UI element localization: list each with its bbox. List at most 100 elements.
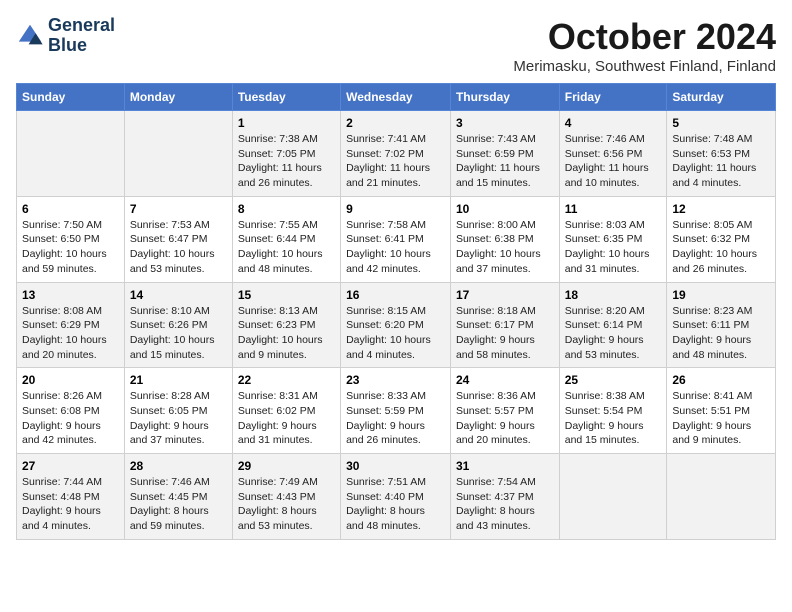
calendar-week-row: 27 Sunrise: 7:44 AM Sunset: 4:48 PM Dayli…	[17, 454, 776, 540]
weekday-header: Saturday	[667, 84, 776, 111]
calendar-cell: 25 Sunrise: 8:38 AM Sunset: 5:54 PM Dayli…	[559, 368, 667, 454]
day-number: 28	[130, 459, 227, 473]
day-number: 30	[346, 459, 445, 473]
calendar-week-row: 13 Sunrise: 8:08 AM Sunset: 6:29 PM Dayli…	[17, 282, 776, 368]
month-title: October 2024	[513, 16, 776, 58]
day-info: Sunrise: 7:46 AM Sunset: 6:56 PM Dayligh…	[565, 132, 662, 191]
calendar-cell: 11 Sunrise: 8:03 AM Sunset: 6:35 PM Dayli…	[559, 196, 667, 282]
day-number: 24	[456, 373, 554, 387]
calendar-cell: 14Sunrise: 8:10 AM Sunset: 6:26 PM Dayli…	[124, 282, 232, 368]
calendar-cell: 22 Sunrise: 8:31 AM Sunset: 6:02 PM Dayli…	[232, 368, 340, 454]
day-info: Sunrise: 7:41 AM Sunset: 7:02 PM Dayligh…	[346, 132, 445, 191]
calendar-cell: 10 Sunrise: 8:00 AM Sunset: 6:38 PM Dayli…	[450, 196, 559, 282]
day-number: 16	[346, 288, 445, 302]
day-number: 23	[346, 373, 445, 387]
logo: General Blue	[16, 16, 115, 56]
calendar-cell: 26 Sunrise: 8:41 AM Sunset: 5:51 PM Dayli…	[667, 368, 776, 454]
day-info: Sunrise: 8:23 AM Sunset: 6:11 PM Dayligh…	[672, 304, 770, 363]
day-info: Sunrise: 8:15 AM Sunset: 6:20 PM Dayligh…	[346, 304, 445, 363]
header-row: SundayMondayTuesdayWednesdayThursdayFrid…	[17, 84, 776, 111]
calendar-cell: 31Sunrise: 7:54 AM Sunset: 4:37 PM Dayli…	[450, 454, 559, 540]
calendar-week-row: 1 Sunrise: 7:38 AM Sunset: 7:05 PM Daylig…	[17, 111, 776, 197]
day-info: Sunrise: 7:38 AM Sunset: 7:05 PM Dayligh…	[238, 132, 335, 191]
calendar-cell: 23 Sunrise: 8:33 AM Sunset: 5:59 PM Dayli…	[341, 368, 451, 454]
day-number: 6	[22, 202, 119, 216]
day-number: 2	[346, 116, 445, 130]
day-number: 10	[456, 202, 554, 216]
day-info: Sunrise: 7:49 AM Sunset: 4:43 PM Dayligh…	[238, 475, 335, 534]
day-info: Sunrise: 8:00 AM Sunset: 6:38 PM Dayligh…	[456, 218, 554, 277]
calendar-cell: 8 Sunrise: 7:55 AM Sunset: 6:44 PM Daylig…	[232, 196, 340, 282]
calendar-cell: 18 Sunrise: 8:20 AM Sunset: 6:14 PM Dayli…	[559, 282, 667, 368]
day-number: 25	[565, 373, 662, 387]
day-number: 14	[130, 288, 227, 302]
calendar-cell: 20 Sunrise: 8:26 AM Sunset: 6:08 PM Dayli…	[17, 368, 125, 454]
day-number: 11	[565, 202, 662, 216]
day-number: 26	[672, 373, 770, 387]
weekday-header: Friday	[559, 84, 667, 111]
day-number: 18	[565, 288, 662, 302]
day-number: 13	[22, 288, 119, 302]
calendar-cell: 1 Sunrise: 7:38 AM Sunset: 7:05 PM Daylig…	[232, 111, 340, 197]
calendar-cell: 16 Sunrise: 8:15 AM Sunset: 6:20 PM Dayli…	[341, 282, 451, 368]
day-info: Sunrise: 7:53 AM Sunset: 6:47 PM Dayligh…	[130, 218, 227, 277]
calendar-cell	[17, 111, 125, 197]
day-number: 4	[565, 116, 662, 130]
day-number: 20	[22, 373, 119, 387]
day-number: 21	[130, 373, 227, 387]
day-info: Sunrise: 7:46 AM Sunset: 4:45 PM Dayligh…	[130, 475, 227, 534]
day-info: Sunrise: 7:44 AM Sunset: 4:48 PM Dayligh…	[22, 475, 119, 534]
logo-text: General Blue	[48, 16, 115, 56]
day-info: Sunrise: 7:55 AM Sunset: 6:44 PM Dayligh…	[238, 218, 335, 277]
day-info: Sunrise: 8:13 AM Sunset: 6:23 PM Dayligh…	[238, 304, 335, 363]
day-info: Sunrise: 8:03 AM Sunset: 6:35 PM Dayligh…	[565, 218, 662, 277]
day-number: 19	[672, 288, 770, 302]
weekday-header: Thursday	[450, 84, 559, 111]
weekday-header: Wednesday	[341, 84, 451, 111]
calendar-cell	[559, 454, 667, 540]
day-info: Sunrise: 8:26 AM Sunset: 6:08 PM Dayligh…	[22, 389, 119, 448]
day-number: 9	[346, 202, 445, 216]
day-number: 1	[238, 116, 335, 130]
calendar-cell: 21 Sunrise: 8:28 AM Sunset: 6:05 PM Dayli…	[124, 368, 232, 454]
day-number: 12	[672, 202, 770, 216]
calendar-cell: 13 Sunrise: 8:08 AM Sunset: 6:29 PM Dayli…	[17, 282, 125, 368]
calendar-cell: 15 Sunrise: 8:13 AM Sunset: 6:23 PM Dayli…	[232, 282, 340, 368]
calendar-cell: 28 Sunrise: 7:46 AM Sunset: 4:45 PM Dayli…	[124, 454, 232, 540]
day-info: Sunrise: 8:05 AM Sunset: 6:32 PM Dayligh…	[672, 218, 770, 277]
calendar-cell: 3Sunrise: 7:43 AM Sunset: 6:59 PM Daylig…	[450, 111, 559, 197]
day-info: Sunrise: 7:48 AM Sunset: 6:53 PM Dayligh…	[672, 132, 770, 191]
day-info: Sunrise: 8:33 AM Sunset: 5:59 PM Dayligh…	[346, 389, 445, 448]
day-number: 27	[22, 459, 119, 473]
calendar-cell: 24Sunrise: 8:36 AM Sunset: 5:57 PM Dayli…	[450, 368, 559, 454]
logo-icon	[16, 22, 44, 50]
weekday-header: Monday	[124, 84, 232, 111]
day-info: Sunrise: 7:50 AM Sunset: 6:50 PM Dayligh…	[22, 218, 119, 277]
day-number: 31	[456, 459, 554, 473]
day-number: 8	[238, 202, 335, 216]
title-block: October 2024 Merimasku, Southwest Finlan…	[513, 16, 776, 75]
day-info: Sunrise: 7:43 AM Sunset: 6:59 PM Dayligh…	[456, 132, 554, 191]
calendar-cell: 19 Sunrise: 8:23 AM Sunset: 6:11 PM Dayli…	[667, 282, 776, 368]
day-info: Sunrise: 7:58 AM Sunset: 6:41 PM Dayligh…	[346, 218, 445, 277]
day-number: 15	[238, 288, 335, 302]
calendar-cell: 29Sunrise: 7:49 AM Sunset: 4:43 PM Dayli…	[232, 454, 340, 540]
day-info: Sunrise: 8:31 AM Sunset: 6:02 PM Dayligh…	[238, 389, 335, 448]
day-info: Sunrise: 8:08 AM Sunset: 6:29 PM Dayligh…	[22, 304, 119, 363]
calendar-week-row: 20 Sunrise: 8:26 AM Sunset: 6:08 PM Dayli…	[17, 368, 776, 454]
location: Merimasku, Southwest Finland, Finland	[513, 58, 776, 75]
day-info: Sunrise: 8:41 AM Sunset: 5:51 PM Dayligh…	[672, 389, 770, 448]
calendar-cell: 2 Sunrise: 7:41 AM Sunset: 7:02 PM Daylig…	[341, 111, 451, 197]
calendar-cell: 12 Sunrise: 8:05 AM Sunset: 6:32 PM Dayli…	[667, 196, 776, 282]
day-info: Sunrise: 8:20 AM Sunset: 6:14 PM Dayligh…	[565, 304, 662, 363]
day-info: Sunrise: 8:38 AM Sunset: 5:54 PM Dayligh…	[565, 389, 662, 448]
calendar-week-row: 6 Sunrise: 7:50 AM Sunset: 6:50 PM Daylig…	[17, 196, 776, 282]
day-info: Sunrise: 8:28 AM Sunset: 6:05 PM Dayligh…	[130, 389, 227, 448]
calendar-table: SundayMondayTuesdayWednesdayThursdayFrid…	[16, 83, 776, 540]
calendar-cell: 6 Sunrise: 7:50 AM Sunset: 6:50 PM Daylig…	[17, 196, 125, 282]
day-info: Sunrise: 8:18 AM Sunset: 6:17 PM Dayligh…	[456, 304, 554, 363]
weekday-header: Tuesday	[232, 84, 340, 111]
day-number: 22	[238, 373, 335, 387]
calendar-cell: 4 Sunrise: 7:46 AM Sunset: 6:56 PM Daylig…	[559, 111, 667, 197]
calendar-cell: 27 Sunrise: 7:44 AM Sunset: 4:48 PM Dayli…	[17, 454, 125, 540]
